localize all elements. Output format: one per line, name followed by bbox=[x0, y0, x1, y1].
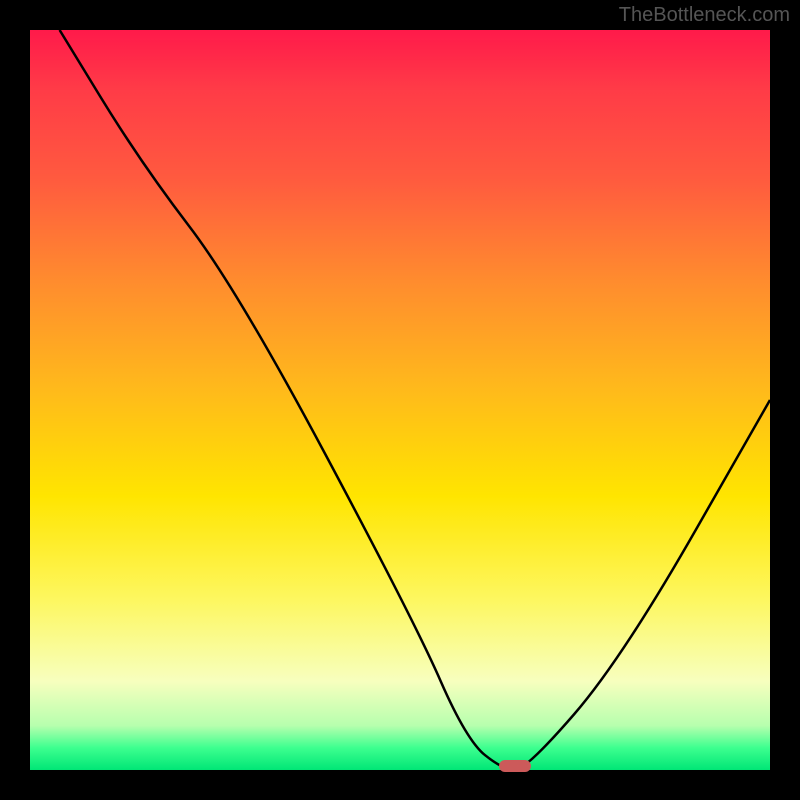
watermark-text: TheBottleneck.com bbox=[619, 4, 790, 27]
bottleneck-line bbox=[60, 30, 770, 770]
plot-area bbox=[30, 30, 770, 770]
chart-frame: TheBottleneck.com bbox=[0, 0, 800, 800]
line-curve bbox=[30, 30, 770, 770]
optimal-marker bbox=[499, 760, 531, 772]
